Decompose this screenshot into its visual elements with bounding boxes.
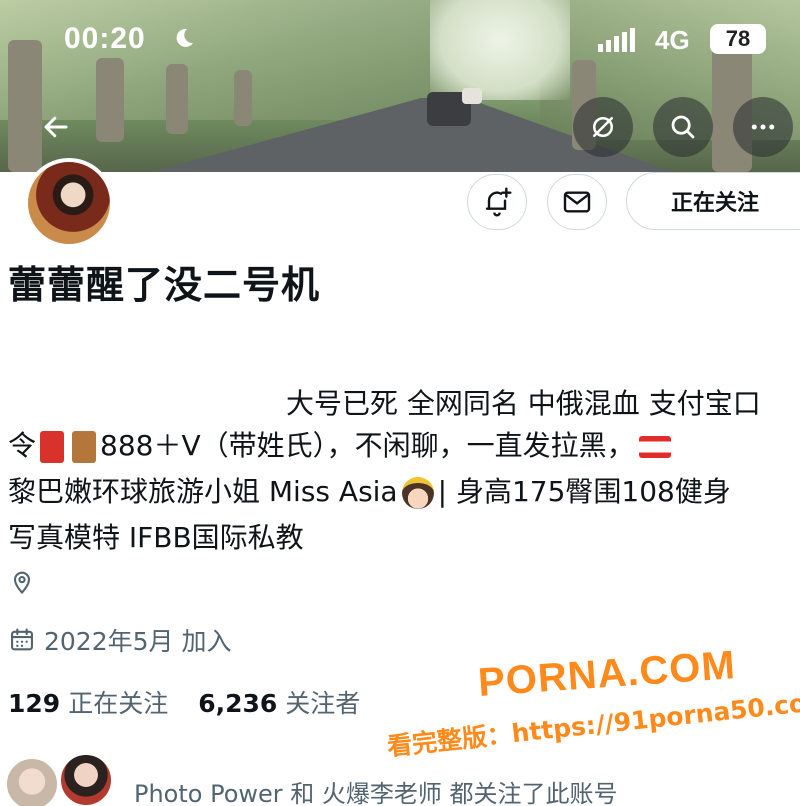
following-label[interactable]: 正在关注: [68, 684, 168, 720]
door-emoji: [72, 431, 97, 463]
followers-label[interactable]: 关注者: [285, 684, 360, 720]
envelope-icon: [563, 191, 591, 213]
map-pin-icon: [13, 571, 31, 595]
bio-text: 黎巴嫩环球旅游小姐 Miss Asia: [8, 475, 398, 508]
banner-tree-trunk: [234, 70, 252, 126]
bio-text: | 身高175臀围108健身: [437, 475, 731, 508]
location-row: [8, 568, 44, 596]
no-translate-button[interactable]: [573, 97, 633, 157]
display-name: 蕾蕾醒了没二号机: [8, 263, 321, 307]
joined-date: 2022年5月 加入: [44, 627, 232, 656]
network-type: 4G: [655, 25, 690, 55]
banner-car: [462, 88, 482, 104]
battery-indicator: 78: [710, 24, 766, 54]
arrow-left-icon: [44, 116, 68, 138]
banner-tree-trunk: [96, 58, 124, 142]
circle-slash-icon: [593, 117, 613, 137]
avatar[interactable]: [24, 158, 114, 248]
follow-counts: 129 正在关注 6,236 关注者: [8, 684, 382, 720]
signal-icon: [598, 28, 635, 52]
bio-line: 大号已死 全网同名 中俄混血 支付宝口: [286, 387, 761, 420]
bio-text: 888＋V（带姓氏），不闲聊，一直发拉黑，: [100, 429, 635, 462]
moon-icon: [176, 28, 193, 47]
joined-row: 2022年5月 加入: [8, 622, 231, 658]
following-button[interactable]: 正在关注: [626, 172, 800, 230]
banner-tree-trunk: [166, 64, 188, 134]
bio-line: 令 888＋V（带姓氏），不闲聊，一直发拉黑，: [8, 424, 800, 468]
notify-button[interactable]: [467, 174, 527, 230]
search-button[interactable]: [653, 97, 713, 157]
status-time: 00:20: [64, 22, 146, 55]
more-button[interactable]: [733, 97, 793, 157]
banner-sky: [430, 0, 570, 100]
avatar: [4, 756, 60, 806]
princess-emoji: [401, 477, 434, 509]
lebanon-flag-emoji: [638, 436, 671, 458]
calendar-icon: [11, 628, 33, 651]
bio-line: 黎巴嫩环球旅游小姐 Miss Asia | 身高175臀围108健身: [8, 470, 800, 514]
following-count[interactable]: 129: [8, 689, 60, 718]
bio-line: 写真模特 IFBB国际私教: [8, 521, 304, 554]
back-button[interactable]: [26, 97, 86, 157]
red-envelope-emoji: [40, 431, 65, 463]
followers-count[interactable]: 6,236: [198, 689, 277, 718]
avatar: [58, 752, 114, 806]
bio-text: 令: [8, 429, 37, 462]
followed-by-text: Photo Power 和 火爆李老师 都关注了此账号: [134, 780, 618, 806]
search-icon: [671, 115, 695, 139]
more-horizontal-icon: [751, 124, 775, 130]
bell-plus-icon: [485, 187, 512, 217]
message-button[interactable]: [547, 174, 607, 230]
